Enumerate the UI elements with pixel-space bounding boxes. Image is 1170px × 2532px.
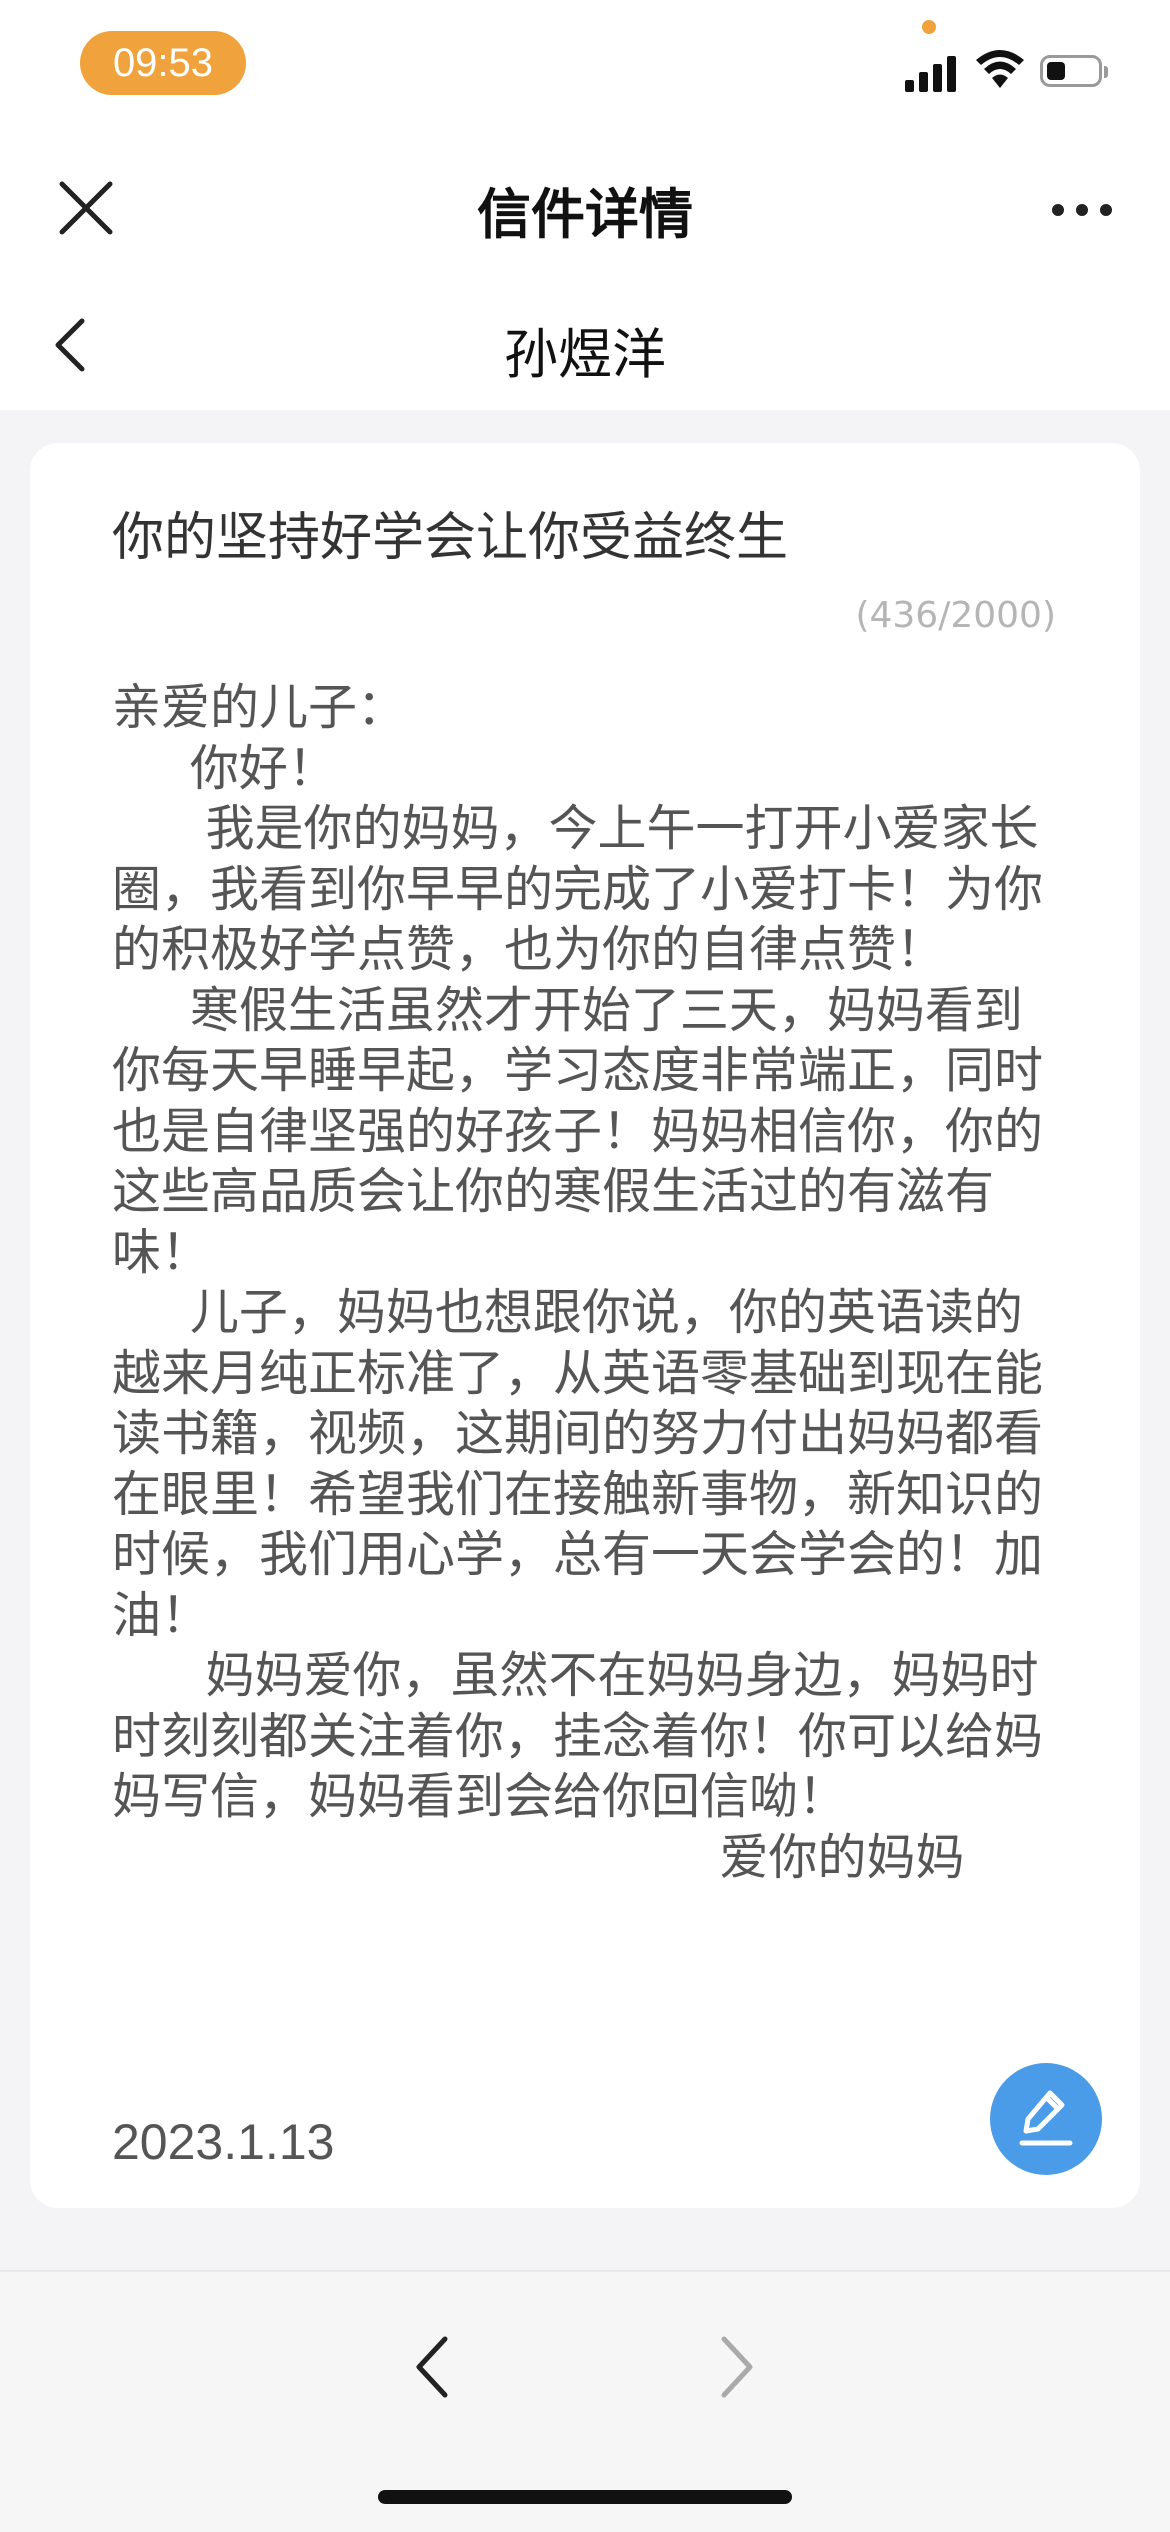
pencil-edit-icon <box>1019 2090 1073 2146</box>
letter-date: 2023.1.13 <box>112 2114 335 2170</box>
edit-button[interactable] <box>990 2063 1102 2175</box>
more-options-icon[interactable] <box>1050 200 1114 220</box>
letter-body: 亲爱的儿子： 你好！ 我是你的妈妈，今上午一打开小爱家长圈，我看到你早早的完成了… <box>112 679 1044 1886</box>
recipient-header: 孙煜洋 <box>0 280 1170 410</box>
previous-letter-button[interactable] <box>405 2327 461 2407</box>
letter-card: 你的坚持好学会让你受益终生 (436/2000) 亲爱的儿子： 你好！ 我是你的… <box>30 443 1140 2208</box>
home-indicator[interactable] <box>378 2490 792 2504</box>
status-time: 09:53 <box>80 31 246 95</box>
status-bar: 09:53 <box>0 0 1170 130</box>
character-count: (436/2000) <box>855 595 1056 636</box>
privacy-indicator-dot <box>922 20 936 34</box>
battery-icon <box>1040 55 1108 87</box>
next-letter-button[interactable] <box>708 2327 764 2407</box>
page-title: 信件详情 <box>477 183 693 246</box>
letter-title: 你的坚持好学会让你受益终生 <box>112 508 789 568</box>
navigation-bar: 信件详情 <box>0 130 1170 280</box>
bottom-navigation <box>0 2270 1170 2532</box>
wifi-icon <box>976 50 1024 88</box>
recipient-name: 孙煜洋 <box>504 323 666 386</box>
cellular-signal-icon <box>905 52 961 92</box>
